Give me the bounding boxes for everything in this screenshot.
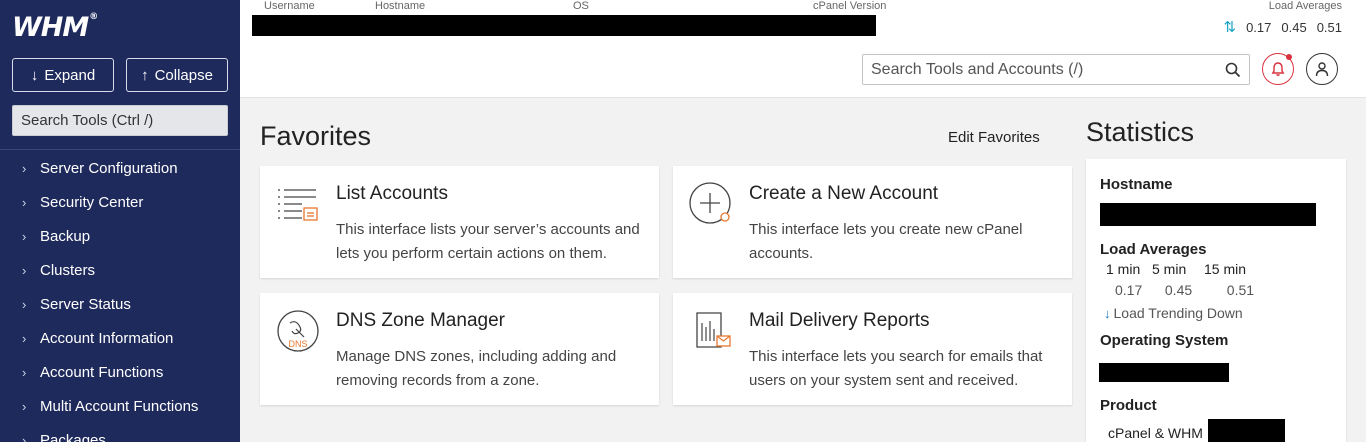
chevron-right-icon: › [22, 160, 27, 176]
sidebar-item-account-information[interactable]: › Account Information [0, 321, 240, 355]
sidebar-search-input[interactable]: Search Tools (Ctrl /) [12, 105, 228, 136]
card-title: List Accounts [336, 183, 448, 204]
favorites-title: Favorites [260, 121, 372, 151]
card-title: Create a New Account [749, 183, 939, 204]
collapse-button[interactable]: ↑ Collapse [126, 58, 228, 92]
sidebar-item-server-configuration[interactable]: › Server Configuration [0, 151, 240, 185]
favorite-card-mail-delivery-reports[interactable]: Mail Delivery Reports This interface let… [673, 293, 1072, 405]
sidebar-item-account-functions[interactable]: › Account Functions [0, 355, 240, 389]
load-averages-label: Load Averages [1268, 0, 1342, 12]
card-description: Manage DNS zones, including adding and r… [336, 348, 617, 389]
load-trend: ↓ Load Trending Down [1104, 305, 1243, 321]
edit-favorites-link[interactable]: Edit Favorites [948, 129, 1040, 146]
arrow-down-icon: ↓ [30, 66, 39, 84]
dns-zone-icon: DNS [277, 310, 319, 352]
stat-product-label: Product [1100, 397, 1157, 414]
chevron-right-icon: › [22, 364, 27, 380]
favorite-card-create-account[interactable]: Create a New Account This interface lets… [673, 166, 1072, 278]
load-averages-values: ⇅ 0.17 0.45 0.51 [1223, 19, 1342, 36]
sidebar-item-packages[interactable]: › Packages [0, 423, 240, 442]
chevron-right-icon: › [22, 432, 27, 442]
chevron-right-icon: › [22, 330, 27, 346]
whm-logo[interactable]: WHM® [12, 12, 98, 43]
notification-dot [1286, 54, 1292, 60]
hostname-label: Hostname [375, 0, 426, 12]
favorite-card-list-accounts[interactable]: List Accounts This interface lists your … [260, 166, 659, 278]
redacted-os [1099, 363, 1229, 382]
redacted-version [1208, 419, 1285, 442]
card-description: This interface lets you create new cPane… [749, 221, 1023, 262]
chevron-right-icon: › [22, 398, 27, 414]
card-title: DNS Zone Manager [336, 310, 505, 331]
stat-load-label: Load Averages [1100, 241, 1207, 258]
arrow-up-icon: ↑ [141, 66, 149, 84]
card-description: This interface lets you search for email… [749, 348, 1043, 389]
cpanel-version-label: cPanel Version [813, 0, 887, 12]
mail-report-icon [696, 312, 731, 348]
sidebar-divider [0, 149, 240, 150]
sidebar: WHM® ↓ Expand ↑ Collapse Search Tools (C… [0, 0, 240, 442]
chevron-right-icon: › [22, 296, 27, 312]
search-icon[interactable] [1225, 62, 1241, 78]
os-label: OS [573, 0, 589, 12]
redacted-hostname [1100, 203, 1316, 226]
sidebar-item-security-center[interactable]: › Security Center [0, 185, 240, 219]
user-menu-button[interactable] [1306, 53, 1338, 85]
load-columns: 1 min 5 min 15 min [1106, 261, 1247, 277]
global-search-input[interactable]: Search Tools and Accounts (/) [862, 54, 1250, 85]
username-label: Username [264, 0, 315, 12]
sidebar-nav: › Server Configuration › Security Center ›… [0, 151, 240, 442]
bell-icon [1271, 62, 1285, 76]
statistics-title: Statistics [1086, 117, 1195, 147]
stat-os-label: Operating System [1100, 332, 1229, 349]
create-account-icon [689, 182, 731, 224]
stat-hostname-label: Hostname [1100, 176, 1173, 193]
chevron-right-icon: › [22, 262, 27, 278]
statistics-panel: Hostname Load Averages 1 min 5 min 15 mi… [1086, 159, 1346, 442]
card-title: Mail Delivery Reports [749, 310, 930, 331]
sidebar-item-clusters[interactable]: › Clusters [0, 253, 240, 287]
user-icon [1315, 62, 1329, 77]
favorite-card-dns-zone-manager[interactable]: DNS DNS Zone Manager Manage DNS zones, i… [260, 293, 659, 405]
arrow-down-icon: ↓ [1104, 305, 1111, 321]
chevron-right-icon: › [22, 194, 27, 210]
redacted-server-info [252, 15, 876, 36]
card-description: This interface lists your server’s accou… [336, 221, 640, 262]
chevron-right-icon: › [22, 228, 27, 244]
list-accounts-icon [278, 189, 318, 221]
trend-arrows-icon: ⇅ [1223, 19, 1237, 36]
product-value: cPanel & WHM [1108, 425, 1203, 441]
svg-text:DNS: DNS [288, 339, 307, 349]
sidebar-item-multi-account-functions[interactable]: › Multi Account Functions [0, 389, 240, 423]
expand-button[interactable]: ↓ Expand [12, 58, 114, 92]
sidebar-item-backup[interactable]: › Backup [0, 219, 240, 253]
load-values: 0.17 0.45 0.51 [1115, 282, 1255, 298]
notifications-button[interactable] [1262, 53, 1294, 85]
sidebar-item-server-status[interactable]: › Server Status [0, 287, 240, 321]
top-header: Username Hostname OS cPanel Version Load… [240, 0, 1366, 98]
